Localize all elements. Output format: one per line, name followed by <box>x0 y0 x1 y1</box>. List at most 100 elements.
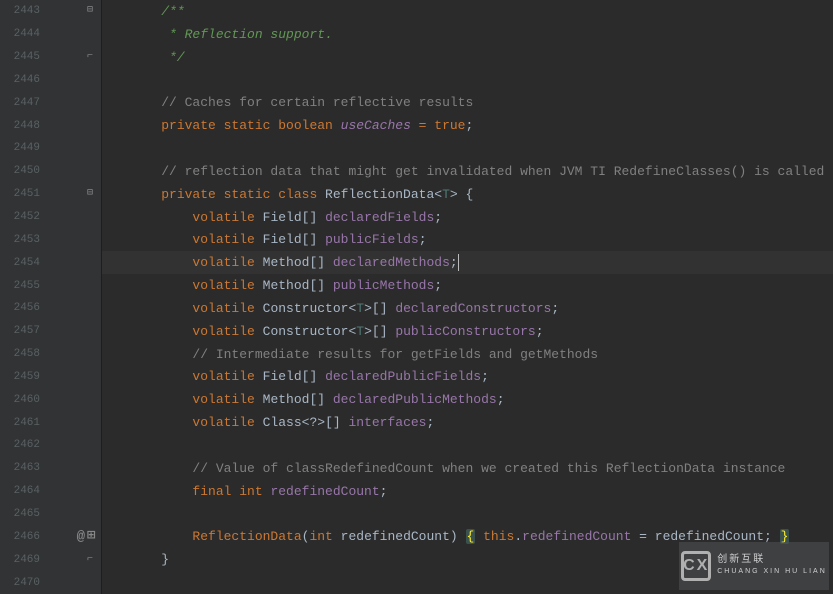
token: declaredMethods <box>333 255 450 270</box>
token: ; <box>551 301 559 316</box>
token <box>130 210 192 225</box>
token: volatile <box>192 415 262 430</box>
code-line[interactable] <box>102 503 833 526</box>
token: ; <box>536 324 544 339</box>
line-number: 2465 <box>0 508 44 520</box>
token <box>130 278 192 293</box>
token: ; <box>466 118 474 133</box>
code-area[interactable]: /** * Reflection support. */ // Caches f… <box>102 0 833 594</box>
code-line[interactable]: volatile Constructor<T>[] declaredConstr… <box>102 297 833 320</box>
code-line[interactable]: // reflection data that might get invali… <box>102 160 833 183</box>
line-number: 2443 <box>0 5 44 17</box>
token: ReflectionData <box>325 187 434 202</box>
override-icon[interactable]: @ <box>77 529 85 545</box>
gutter-row: 2459 <box>0 366 101 389</box>
code-line[interactable]: private static boolean useCaches = true; <box>102 114 833 137</box>
token: Method[] <box>263 392 333 407</box>
token: declaredConstructors <box>395 301 551 316</box>
token <box>130 324 192 339</box>
code-line[interactable]: volatile Method[] publicMethods; <box>102 274 833 297</box>
line-number: 2451 <box>0 188 44 200</box>
code-line[interactable]: // Value of classRedefinedCount when we … <box>102 457 833 480</box>
token: [] <box>325 415 348 430</box>
token: declaredFields <box>325 210 434 225</box>
token: ; <box>497 392 505 407</box>
token <box>130 4 161 19</box>
code-line[interactable]: volatile Field[] publicFields; <box>102 228 833 251</box>
gutter-row: 2463 <box>0 457 101 480</box>
code-line[interactable]: * Reflection support. <box>102 23 833 46</box>
token: // Caches for certain reflective results <box>161 95 473 110</box>
token: final int <box>192 484 270 499</box>
gutter-row: 2450 <box>0 160 101 183</box>
token: declaredPublicMethods <box>333 392 497 407</box>
line-number: 2456 <box>0 302 44 314</box>
expand-icon[interactable]: ⊞ <box>87 532 97 542</box>
token: > <box>364 324 372 339</box>
code-line[interactable] <box>102 69 833 92</box>
code-line[interactable]: // Intermediate results for getFields an… <box>102 343 833 366</box>
code-line[interactable]: final int redefinedCount; <box>102 480 833 503</box>
token: interfaces <box>348 415 426 430</box>
token: * Reflection support. <box>130 27 333 42</box>
fold-open-icon[interactable]: ⊟ <box>87 189 97 199</box>
code-line[interactable]: volatile Method[] declaredMethods; <box>102 251 833 274</box>
token: */ <box>130 50 185 65</box>
token: T <box>442 187 450 202</box>
line-number: 2450 <box>0 165 44 177</box>
code-line[interactable]: /** <box>102 0 833 23</box>
code-line[interactable]: // Caches for certain reflective results <box>102 91 833 114</box>
token: useCaches <box>341 118 411 133</box>
gutter-row: 2457 <box>0 320 101 343</box>
code-line[interactable]: volatile Constructor<T>[] publicConstruc… <box>102 320 833 343</box>
token: [] <box>372 301 395 316</box>
line-number: 2452 <box>0 211 44 223</box>
watermark-line1: 创新互联 <box>717 554 827 566</box>
token: Constructor <box>263 301 349 316</box>
gutter-row: 2447 <box>0 91 101 114</box>
code-line[interactable]: volatile Field[] declaredFields; <box>102 206 833 229</box>
code-line[interactable]: */ <box>102 46 833 69</box>
token: // reflection data that might get invali… <box>161 164 824 179</box>
gutter-row: 2464 <box>0 480 101 503</box>
token: volatile <box>192 301 262 316</box>
gutter-row: 2456 <box>0 297 101 320</box>
code-line[interactable]: volatile Class<?>[] interfaces; <box>102 411 833 434</box>
gutter-row: 2452 <box>0 206 101 229</box>
code-line[interactable]: private static class ReflectionData<T> { <box>102 183 833 206</box>
token: redefinedCount) <box>341 529 466 544</box>
token: publicFields <box>325 232 419 247</box>
gutter-row: 2462 <box>0 434 101 457</box>
token: volatile <box>192 278 262 293</box>
token: > <box>364 301 372 316</box>
token: ; <box>426 415 434 430</box>
token <box>130 461 192 476</box>
code-line[interactable] <box>102 434 833 457</box>
token: volatile <box>192 232 262 247</box>
token: Method[] <box>263 255 333 270</box>
code-line[interactable] <box>102 137 833 160</box>
line-number: 2462 <box>0 439 44 451</box>
line-number: 2466 <box>0 531 44 543</box>
gutter-row: 2470 <box>0 571 101 594</box>
token: . <box>514 529 522 544</box>
gutter-row: 2451 ⊟ <box>0 183 101 206</box>
token <box>475 529 483 544</box>
code-line[interactable]: volatile Method[] declaredPublicMethods; <box>102 388 833 411</box>
gutter-row: 2458 <box>0 343 101 366</box>
line-number: 2448 <box>0 120 44 132</box>
token: volatile <box>192 255 262 270</box>
code-line[interactable]: volatile Field[] declaredPublicFields; <box>102 366 833 389</box>
gutter-icons: ⊟ <box>44 6 101 16</box>
fold-close-icon[interactable]: ⌐ <box>87 52 97 62</box>
gutter-row: 2460 <box>0 388 101 411</box>
token: ; <box>419 232 427 247</box>
gutter-row: 2446 <box>0 69 101 92</box>
token: T <box>356 301 364 316</box>
fold-open-icon[interactable]: ⊟ <box>87 6 97 16</box>
fold-close-icon[interactable]: ⌐ <box>87 555 97 565</box>
gutter-row: 2453 <box>0 228 101 251</box>
token <box>130 187 161 202</box>
line-number: 2457 <box>0 325 44 337</box>
token: Method[] <box>263 278 333 293</box>
